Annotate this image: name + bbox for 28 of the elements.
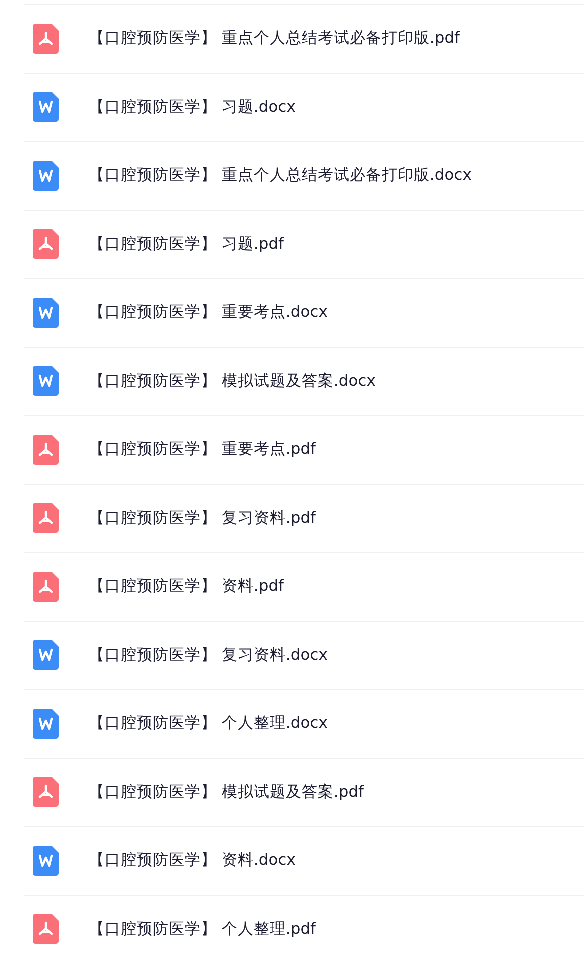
word-file-icon (33, 846, 59, 876)
file-name[interactable]: 【口腔预防医学】 资料.pdf (89, 576, 284, 598)
pdf-file-icon (33, 503, 59, 534)
file-name[interactable]: 【口腔预防医学】 个人整理.pdf (89, 918, 316, 940)
word-file-icon (33, 160, 59, 191)
pdf-file-icon (33, 572, 59, 602)
pdf-file-icon (33, 24, 59, 54)
file-name[interactable]: 【口腔预防医学】 重点个人总结考试必备打印版.pdf (89, 28, 460, 50)
file-name[interactable]: 【口腔预防医学】 习题.docx (89, 96, 296, 118)
word-file-icon (33, 92, 59, 122)
file-name[interactable]: 【口腔预防医学】 重要考点.docx (89, 302, 328, 324)
pdf-file-icon (33, 229, 59, 260)
word-file-icon (33, 366, 59, 396)
file-name[interactable]: 【口腔预防医学】 模拟试题及答案.pdf (89, 782, 364, 803)
file-name[interactable]: 【口腔预防医学】 习题.pdf (89, 234, 284, 255)
pdf-file-icon (33, 434, 59, 465)
word-file-icon (33, 640, 59, 670)
pdf-file-icon (33, 777, 59, 808)
file-name[interactable]: 【口腔预防医学】 资料.docx (89, 850, 296, 872)
file-name[interactable]: 【口腔预防医学】 复习资料.pdf (89, 508, 316, 529)
word-file-icon (33, 708, 59, 739)
file-name[interactable]: 【口腔预防医学】 复习资料.docx (89, 644, 328, 666)
file-name[interactable]: 【口腔预防医学】 个人整理.docx (89, 713, 328, 734)
file-name[interactable]: 【口腔预防医学】 重要考点.pdf (89, 439, 316, 460)
file-name[interactable]: 【口腔预防医学】 模拟试题及答案.docx (89, 370, 376, 392)
file-name[interactable]: 【口腔预防医学】 重点个人总结考试必备打印版.docx (89, 165, 472, 186)
pdf-file-icon (33, 914, 59, 944)
word-file-icon (33, 298, 59, 328)
